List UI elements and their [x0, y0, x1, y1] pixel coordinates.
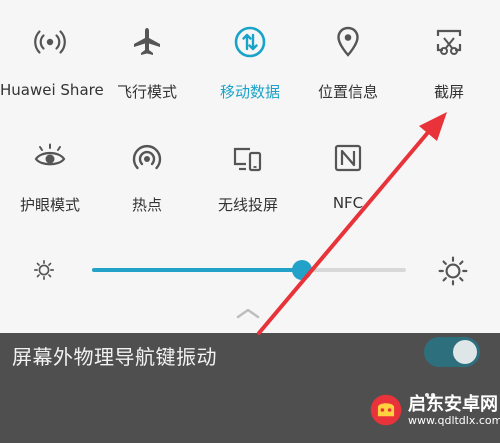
setting-label: 屏幕外物理导航键振动 [12, 345, 217, 369]
tile-label: 截屏 [433, 83, 464, 101]
tile-hotspot[interactable]: 热点 [97, 140, 197, 220]
tile-eye-comfort[interactable]: 护眼模式 [0, 140, 100, 220]
tile-location[interactable]: 位置信息 [298, 24, 398, 104]
vibration-toggle[interactable] [424, 337, 480, 367]
tile-label: 飞行模式 [116, 83, 177, 101]
hotspot-icon [132, 145, 162, 170]
brightness-knob[interactable] [292, 260, 313, 280]
tile-label: 热点 [131, 196, 162, 214]
chevron-up-icon[interactable] [235, 306, 261, 320]
watermark-logo-icon [370, 394, 402, 426]
eye-icon [34, 143, 66, 166]
tile-label: 位置信息 [317, 83, 378, 101]
airplane-icon [134, 28, 160, 55]
tile-nfc[interactable]: NFC [298, 140, 398, 220]
toggle-thumb [453, 340, 477, 364]
watermark: 启东安卓网 www.qdltdlx.com [366, 380, 500, 443]
tile-label: NFC [332, 194, 364, 212]
tile-airplane-mode[interactable]: 飞行模式 [97, 24, 197, 104]
tile-label: 护眼模式 [19, 196, 80, 214]
watermark-brand: 启东安卓网 [408, 394, 498, 415]
wireless-projection-icon [233, 147, 262, 172]
nfc-icon [334, 144, 362, 172]
brightness-slider[interactable] [0, 250, 500, 290]
tile-huawei-share[interactable]: Huawei Share [0, 24, 104, 104]
huawei-share-icon [34, 30, 66, 54]
tile-label: Huawei Share [0, 81, 104, 99]
brightness-high-icon [438, 256, 468, 286]
brightness-track[interactable] [92, 260, 406, 280]
brightness-low-icon [34, 260, 54, 280]
brightness-fill [92, 268, 303, 272]
watermark-url: www.qdltdlx.com [408, 414, 500, 427]
screenshot-icon [436, 29, 462, 55]
tile-label: 无线投屏 [217, 196, 278, 214]
tile-label: 移动数据 [219, 83, 280, 101]
mobile-data-icon [234, 26, 266, 58]
location-icon [337, 26, 359, 57]
tile-screenshot[interactable]: 截屏 [399, 24, 499, 104]
tile-mobile-data[interactable]: 移动数据 [200, 24, 300, 104]
tile-wireless-projection[interactable]: 无线投屏 [198, 140, 298, 220]
quick-settings-panel: Huawei Share 飞行模式 移动数据 位置信息 截屏 护眼模式 热点 无… [0, 0, 500, 333]
